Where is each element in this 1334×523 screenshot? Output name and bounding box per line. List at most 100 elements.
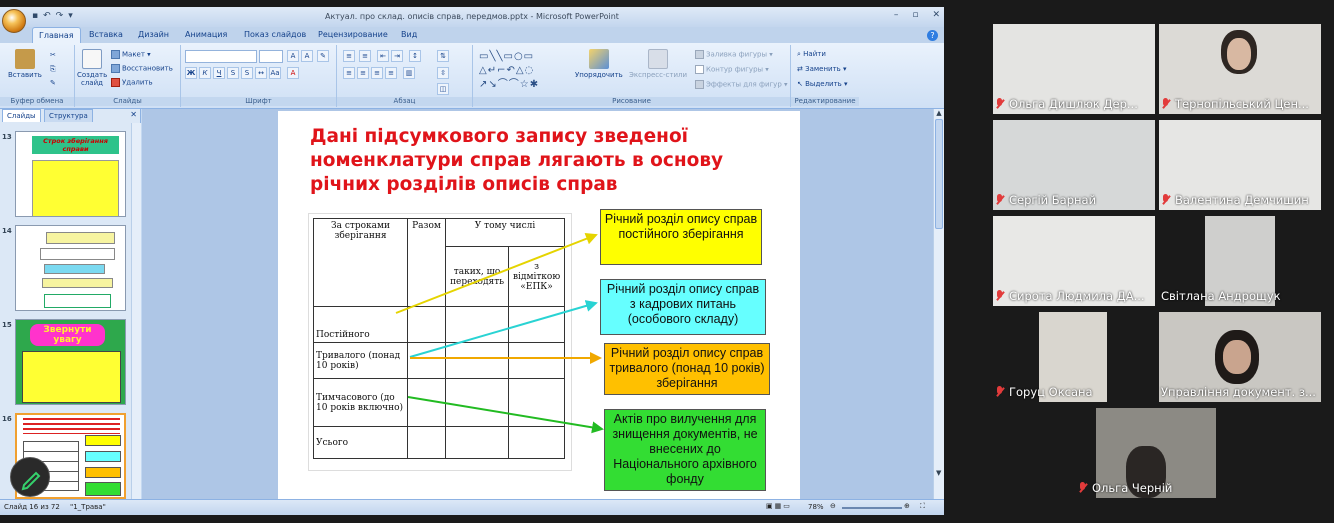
- font-name-input[interactable]: [185, 50, 257, 63]
- bullets-button[interactable]: ≡: [343, 50, 355, 62]
- minimize-button[interactable]: –: [894, 10, 899, 20]
- columns-button[interactable]: ▥: [403, 67, 415, 79]
- box-long-term[interactable]: Річний розділ опису справ тривалого (пон…: [604, 343, 770, 395]
- scroll-thumb[interactable]: [935, 119, 943, 229]
- participant-tile[interactable]: Тернопільський Цен...: [1159, 24, 1321, 114]
- delete-slide-button[interactable]: Удалить: [111, 78, 153, 87]
- participant-tile[interactable]: Сергій Барнай: [993, 120, 1155, 210]
- zoom-out-icon[interactable]: ⊖: [830, 502, 836, 510]
- tab-slideshow[interactable]: Показ слайдов: [244, 30, 306, 39]
- arrange-button[interactable]: Упорядочить: [575, 49, 623, 79]
- zoom-slider[interactable]: [842, 507, 902, 509]
- thumb-box: [44, 294, 111, 308]
- font-size-input[interactable]: [259, 50, 283, 63]
- reset-button[interactable]: Восстановить: [111, 64, 173, 73]
- align-center-button[interactable]: ≡: [357, 67, 369, 79]
- shapes-gallery[interactable]: ▭╲╲▭○▭ △↵⌐↶△◌ ↗↘⌒⌒☆✱: [479, 50, 567, 92]
- tab-insert[interactable]: Вставка: [89, 30, 123, 39]
- panel-close-icon[interactable]: ✕: [130, 110, 137, 119]
- format-painter-icon[interactable]: ✎: [50, 79, 56, 87]
- participant-tile[interactable]: Горуц Оксана: [993, 312, 1155, 402]
- new-slide-button[interactable]: Создать слайд: [77, 49, 107, 87]
- find-button[interactable]: ⌕ Найти: [797, 50, 826, 59]
- maximize-button[interactable]: ▫: [912, 10, 918, 20]
- summary-table-image[interactable]: За строками зберігання Разом У тому числ…: [308, 213, 572, 471]
- paste-button[interactable]: Вставить: [8, 49, 42, 79]
- row-long-term: Тривалого (понад 10 років): [313, 342, 408, 379]
- increase-indent-button[interactable]: ⇥: [391, 50, 403, 62]
- tab-slides[interactable]: Слайды: [2, 109, 41, 122]
- slide-title[interactable]: Дані підсумкового запису зведеної номенк…: [310, 125, 780, 197]
- slide-thumbnail-13[interactable]: Строк зберігання справи: [15, 131, 126, 217]
- box-permanent[interactable]: Річний розділ опису справ постійного збе…: [600, 209, 762, 265]
- save-icon[interactable]: ▪: [32, 11, 38, 21]
- tab-review[interactable]: Рецензирование: [318, 30, 388, 39]
- redo-icon[interactable]: ↷: [56, 11, 64, 21]
- participant-name: Валентина Демчишин: [1161, 193, 1309, 207]
- office-button[interactable]: [2, 9, 26, 33]
- shape-outline-button[interactable]: Контур фигуры ▾: [695, 65, 769, 74]
- layout-button[interactable]: Макет ▾: [111, 50, 151, 59]
- align-right-button[interactable]: ≡: [371, 67, 383, 79]
- line-spacing-button[interactable]: ↕: [409, 50, 421, 62]
- decrease-indent-button[interactable]: ⇤: [377, 50, 389, 62]
- strikethrough-button[interactable]: S: [227, 67, 239, 79]
- smartart-button[interactable]: ◫: [437, 83, 449, 95]
- shape-fill-button[interactable]: Заливка фигуры ▾: [695, 50, 773, 59]
- replace-button[interactable]: ⇄ Заменить ▾: [797, 65, 847, 73]
- box-personnel[interactable]: Річний розділ опису справ з кадрових пит…: [600, 279, 766, 335]
- spacing-button[interactable]: ↔: [255, 67, 267, 79]
- shadow-button[interactable]: S: [241, 67, 253, 79]
- slide-thumbnail-14[interactable]: [15, 225, 126, 311]
- bold-button[interactable]: Ж: [185, 67, 197, 79]
- participant-tile[interactable]: Світлана Андрощук: [1159, 216, 1321, 306]
- copy-icon[interactable]: ⎘: [50, 65, 56, 74]
- case-button[interactable]: Aa: [269, 67, 281, 79]
- participant-tile[interactable]: Ольга Черній: [1076, 408, 1238, 498]
- underline-button[interactable]: Ч: [213, 67, 225, 79]
- font-color-button[interactable]: A: [287, 67, 299, 79]
- participant-tile[interactable]: Ольга Дишлюк Дер...: [993, 24, 1155, 114]
- tab-view[interactable]: Вид: [401, 30, 417, 39]
- annotate-pen-button[interactable]: [10, 457, 50, 497]
- quick-styles-button[interactable]: Экспресс-стили: [629, 49, 687, 79]
- participant-tile[interactable]: Сирота Людмила ДА...: [993, 216, 1155, 306]
- tab-design[interactable]: Дизайн: [138, 30, 169, 39]
- align-left-button[interactable]: ≡: [343, 67, 355, 79]
- panel-scrollbar[interactable]: [131, 123, 141, 499]
- shape-effects-button[interactable]: Эффекты для фигур ▾: [695, 80, 788, 89]
- text-direction-button[interactable]: ⇅: [437, 50, 449, 62]
- fit-window-icon[interactable]: ⛶: [920, 502, 925, 511]
- muted-mic-icon: [995, 386, 1005, 398]
- cut-icon[interactable]: ✂: [50, 51, 56, 59]
- zoom-level[interactable]: 78%: [808, 503, 824, 511]
- tab-animation[interactable]: Анимация: [185, 30, 227, 39]
- view-buttons[interactable]: ▣▦▭: [766, 502, 792, 510]
- undo-icon[interactable]: ↶: [43, 11, 51, 21]
- participant-tile[interactable]: Валентина Демчишин: [1159, 120, 1321, 210]
- justify-button[interactable]: ≡: [385, 67, 397, 79]
- help-icon[interactable]: ?: [927, 30, 938, 41]
- qat-dropdown-icon[interactable]: ▾: [68, 11, 73, 21]
- numbering-button[interactable]: ≡: [359, 50, 371, 62]
- select-button[interactable]: ↖ Выделить ▾: [797, 80, 848, 88]
- shrink-font-button[interactable]: A: [301, 50, 313, 62]
- align-text-button[interactable]: ⇳: [437, 67, 449, 79]
- workspace-scrollbar[interactable]: ▲ ▼: [933, 109, 944, 499]
- grow-font-button[interactable]: A: [287, 50, 299, 62]
- slide-thumbnail-15[interactable]: Звернути увагу: [15, 319, 126, 405]
- tab-outline[interactable]: Структура: [44, 109, 93, 122]
- summary-table: За строками зберігання Разом У тому числ…: [313, 218, 565, 459]
- participant-tile[interactable]: Управління документ. з...: [1159, 312, 1321, 402]
- tab-home[interactable]: Главная: [32, 27, 81, 43]
- italic-button[interactable]: К: [199, 67, 211, 79]
- scroll-down-icon[interactable]: ▼: [936, 469, 941, 477]
- scroll-up-icon[interactable]: ▲: [934, 109, 944, 117]
- thumb-box: [85, 467, 121, 478]
- slide-workspace: Дані підсумкового запису зведеної номенк…: [142, 109, 944, 501]
- box-acts[interactable]: Актів про вилучення для знищення докумен…: [604, 409, 766, 491]
- zoom-in-icon[interactable]: ⊕: [904, 502, 910, 510]
- participant-name: Сергій Барнай: [995, 193, 1096, 207]
- clear-format-button[interactable]: ✎: [317, 50, 329, 62]
- close-button[interactable]: ✕: [932, 10, 940, 20]
